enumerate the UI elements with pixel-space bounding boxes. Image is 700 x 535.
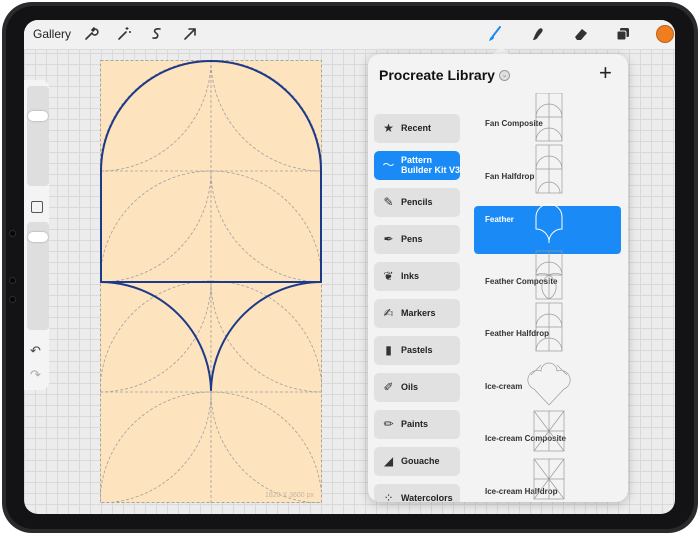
category-item[interactable]: ✐ Oils (374, 373, 460, 402)
brush-icon[interactable] (486, 26, 504, 44)
category-label: Gouache (401, 456, 440, 466)
category-item[interactable]: ✏ Paints (374, 410, 460, 439)
sensor-dot (9, 296, 16, 303)
feather-thumb (535, 203, 563, 244)
drawing-canvas[interactable]: 1820 X 3600 px (100, 60, 322, 503)
chevron-down-icon[interactable]: ⌄ (499, 70, 510, 81)
sensor-dot (9, 277, 16, 284)
category-label: Pastels (401, 345, 433, 355)
watercolor-icon: ⁘ (383, 491, 394, 503)
layers-icon[interactable] (614, 26, 632, 44)
fan-halfdrop-thumb (535, 144, 563, 194)
app-screen: Gallery ↶ ↷ 1820 X 3600 px Procreate Lib… (24, 20, 675, 514)
category-item[interactable]: 〜 Pattern Builder Kit V3 (374, 151, 460, 180)
category-label: Pencils (401, 197, 433, 207)
brush-list: Fan Composite Fan Halfdrop Feather Feather … (468, 93, 628, 502)
category-item[interactable]: ⁘ Watercolors (374, 484, 460, 502)
smudge-icon[interactable] (529, 26, 547, 44)
left-sidebar: ↶ ↷ (24, 80, 49, 390)
modify-button[interactable] (31, 201, 43, 213)
camera-dot (9, 230, 16, 237)
brush-thumbnails (527, 93, 571, 500)
category-item[interactable]: ★ Recent (374, 114, 460, 143)
eraser-icon[interactable] (572, 26, 590, 44)
paint-brush-icon: ✏ (383, 417, 394, 431)
category-item[interactable]: ✍ Markers (374, 299, 460, 328)
category-item[interactable]: ✒ Pens (374, 225, 460, 254)
feather-halfdrop-thumb (535, 302, 563, 352)
brush-label: Feather (485, 215, 514, 224)
redo-icon[interactable]: ↷ (30, 367, 41, 383)
ice-cream-halfdrop-thumb (533, 458, 565, 500)
magic-wand-icon[interactable] (115, 26, 133, 44)
feather-composite-thumb (535, 250, 563, 300)
brush-size-handle[interactable] (28, 111, 48, 121)
category-label: Pens (401, 234, 423, 244)
undo-icon[interactable]: ↶ (30, 343, 41, 359)
ice-cream-thumb (527, 362, 571, 406)
category-label: Pattern Builder Kit V3 (401, 155, 461, 175)
category-item[interactable]: ✎ Pencils (374, 188, 460, 217)
category-item[interactable]: ◢ Gouache (374, 447, 460, 476)
canvas-size-label: 1820 X 3600 px (265, 492, 315, 499)
pencil-icon: ✎ (383, 195, 394, 209)
fan-composite-thumb (535, 93, 563, 142)
add-brush-button[interactable]: + (599, 60, 612, 86)
ice-cream-composite-thumb (533, 410, 565, 452)
pen-icon: ✒ (383, 232, 394, 246)
selection-icon[interactable] (148, 26, 166, 44)
brush-size-slider[interactable] (27, 86, 49, 186)
gouache-tube-icon: ◢ (383, 454, 394, 468)
brush-library-panel: Procreate Library ⌄ + ★ Recent 〜 Pattern Bu… (368, 54, 628, 502)
wrench-icon[interactable] (82, 26, 100, 44)
category-item[interactable]: ❦ Inks (374, 262, 460, 291)
brush-label: Ice-cream (485, 381, 523, 391)
category-label: Oils (401, 382, 419, 392)
color-picker-button[interactable] (656, 25, 674, 43)
ink-icon: ❦ (383, 269, 394, 283)
transform-arrow-icon[interactable] (181, 26, 199, 44)
star-icon: ★ (383, 121, 394, 135)
category-item[interactable]: ▮ Pastels (374, 336, 460, 365)
marker-icon: ✍ (383, 306, 394, 320)
category-label: Inks (401, 271, 420, 281)
category-label: Watercolors (401, 493, 453, 502)
pastel-icon: ▮ (385, 343, 392, 357)
opacity-handle[interactable] (28, 232, 48, 242)
category-label: Paints (401, 419, 429, 429)
top-toolbar: Gallery (24, 20, 675, 50)
panel-caret (493, 46, 509, 54)
gallery-button[interactable]: Gallery (33, 27, 71, 41)
panel-title: Procreate Library (379, 67, 495, 83)
category-label: Recent (401, 123, 432, 133)
brush-stroke-icon: 〜 (382, 158, 395, 172)
oil-brush-icon: ✐ (383, 380, 394, 394)
category-label: Markers (401, 308, 436, 318)
